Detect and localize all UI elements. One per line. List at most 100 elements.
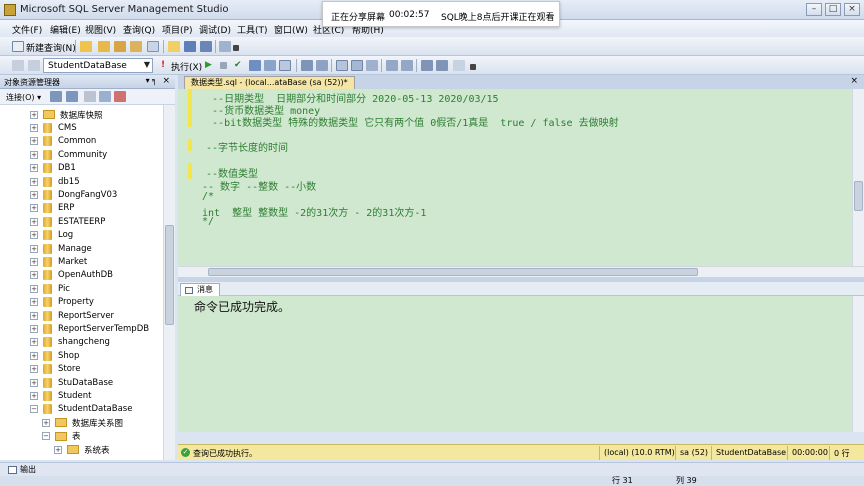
menu-file[interactable]: 文件(F) xyxy=(12,23,42,36)
scrollbar-thumb[interactable] xyxy=(165,225,174,325)
tree-item[interactable]: + Property xyxy=(30,296,94,309)
tree-item[interactable]: + ESTATEERP xyxy=(30,215,105,228)
display-plan-icon[interactable] xyxy=(249,60,261,71)
close-button[interactable]: × xyxy=(844,3,860,16)
expand-icon[interactable]: + xyxy=(30,231,38,240)
expand-icon[interactable]: + xyxy=(30,190,38,199)
tree-item[interactable]: + Store xyxy=(30,363,80,376)
tree-item[interactable]: + DongFangV03 xyxy=(30,188,117,201)
mdx-query-icon[interactable] xyxy=(114,41,126,52)
results-pane-icon[interactable] xyxy=(366,60,378,71)
menu-edit[interactable]: 编辑(E) xyxy=(50,23,81,36)
tree-item[interactable]: − StudentDataBase xyxy=(30,403,132,416)
toolbar-options-icon[interactable] xyxy=(233,45,239,51)
expand-icon[interactable]: + xyxy=(30,378,38,387)
close-icon[interactable]: × xyxy=(850,76,858,86)
minimize-button[interactable]: – xyxy=(806,3,822,16)
expand-icon[interactable]: + xyxy=(30,271,38,280)
expand-icon[interactable]: + xyxy=(30,150,38,159)
tree-item[interactable]: + 数据库快照 xyxy=(30,108,103,121)
stop-icon[interactable] xyxy=(84,91,96,102)
scrollbar-thumb[interactable] xyxy=(208,268,698,276)
decrease-indent-icon[interactable] xyxy=(421,60,433,71)
menu-query[interactable]: 查询(Q) xyxy=(123,23,155,36)
tree-item[interactable]: + Manage xyxy=(30,242,92,255)
tree-item[interactable]: + ERP xyxy=(30,202,74,215)
expand-icon[interactable]: + xyxy=(30,110,38,119)
tree-item[interactable]: + ReportServer xyxy=(30,309,114,322)
available-databases-select[interactable]: StudentDataBase ▼ xyxy=(43,58,153,73)
menu-debug[interactable]: 调试(D) xyxy=(199,23,231,36)
expand-icon[interactable]: + xyxy=(30,177,38,186)
expand-icon[interactable]: + xyxy=(30,338,38,347)
connect-icon[interactable] xyxy=(12,60,24,71)
tree-item[interactable]: + StuDataBase xyxy=(30,376,113,389)
tree-item[interactable]: + OpenAuthDB xyxy=(30,269,113,282)
tree-item[interactable]: + Pic xyxy=(30,282,70,295)
disconnect-icon[interactable] xyxy=(50,91,62,102)
uncomment-icon[interactable] xyxy=(401,60,413,71)
tree-item[interactable]: + ReportServerTempDB xyxy=(30,322,149,335)
tree-item[interactable]: + 数据库关系图 xyxy=(42,416,123,429)
expand-icon[interactable]: + xyxy=(30,284,38,293)
new-query-icon[interactable] xyxy=(12,41,24,52)
menu-view[interactable]: 视图(V) xyxy=(85,23,116,36)
expand-icon[interactable]: + xyxy=(54,445,62,454)
tree-item[interactable]: + db15 xyxy=(30,175,80,188)
close-icon[interactable]: × xyxy=(162,76,170,86)
query-designer-icon[interactable] xyxy=(264,60,276,71)
menu-window[interactable]: 窗口(W) xyxy=(274,23,308,36)
save-all-icon[interactable] xyxy=(200,41,212,52)
expand-icon[interactable]: + xyxy=(30,391,38,400)
specify-template-values-icon[interactable] xyxy=(453,60,465,71)
increase-indent-icon[interactable] xyxy=(436,60,448,71)
filter-icon[interactable] xyxy=(99,91,111,102)
scrollbar-thumb[interactable] xyxy=(854,181,863,211)
connect-dropdown[interactable]: 连接(O) ▾ xyxy=(6,92,41,103)
expand-icon[interactable]: + xyxy=(30,324,38,333)
results-to-text-icon[interactable] xyxy=(279,60,291,71)
tree-item[interactable]: + DB1 xyxy=(30,162,76,175)
execute-icon[interactable]: ! xyxy=(161,60,165,70)
tree-item[interactable]: + Common xyxy=(30,135,96,148)
expand-icon[interactable]: + xyxy=(30,311,38,320)
tree-item[interactable]: + Market xyxy=(30,255,87,268)
object-explorer-scrollbar[interactable] xyxy=(163,105,175,460)
output-tab[interactable]: 输出 xyxy=(4,464,40,476)
activity-monitor-icon[interactable] xyxy=(219,41,231,52)
menu-project[interactable]: 项目(P) xyxy=(162,23,192,36)
expand-icon[interactable]: + xyxy=(30,137,38,146)
collapse-icon[interactable]: − xyxy=(30,405,38,414)
debug-play-icon[interactable]: ▶ xyxy=(205,60,212,70)
xmla-query-icon[interactable] xyxy=(147,41,159,52)
new-query-button[interactable]: 新建查询(N) xyxy=(26,41,76,54)
messages-scrollbar[interactable] xyxy=(852,296,864,432)
tree-item[interactable]: + Shop xyxy=(30,349,79,362)
database-engine-query-icon[interactable] xyxy=(80,41,92,52)
menu-tools[interactable]: 工具(T) xyxy=(237,23,268,36)
tree-item[interactable]: − 表 xyxy=(42,430,81,443)
include-plan-icon[interactable] xyxy=(301,60,313,71)
open-file-icon[interactable] xyxy=(168,41,180,52)
change-connection-icon[interactable] xyxy=(28,60,40,71)
editor-horizontal-scrollbar[interactable] xyxy=(178,266,864,277)
comment-icon[interactable] xyxy=(386,60,398,71)
save-icon[interactable] xyxy=(184,41,196,52)
expand-icon[interactable]: + xyxy=(30,123,38,132)
maximize-button[interactable]: □ xyxy=(825,3,841,16)
results-to-file-icon[interactable] xyxy=(351,60,363,71)
expand-icon[interactable]: + xyxy=(30,164,38,173)
document-tab[interactable]: 数据类型.sql - (local...ataBase (sa (52))* xyxy=(184,76,355,89)
editor-vertical-scrollbar[interactable] xyxy=(852,89,864,266)
pin-icon[interactable]: ▾ ╕ xyxy=(146,76,157,85)
results-to-grid-icon[interactable] xyxy=(336,60,348,71)
tree-item[interactable]: + Community xyxy=(30,148,107,161)
dmx-query-icon[interactable] xyxy=(130,41,142,52)
messages-tab[interactable]: 消息 xyxy=(180,283,220,296)
expand-icon[interactable]: + xyxy=(30,351,38,360)
tree-item[interactable]: + shangcheng xyxy=(30,336,110,349)
expand-icon[interactable]: + xyxy=(30,257,38,266)
collapse-icon[interactable]: − xyxy=(42,432,50,441)
expand-icon[interactable]: + xyxy=(30,204,38,213)
refresh-icon[interactable] xyxy=(114,91,126,102)
